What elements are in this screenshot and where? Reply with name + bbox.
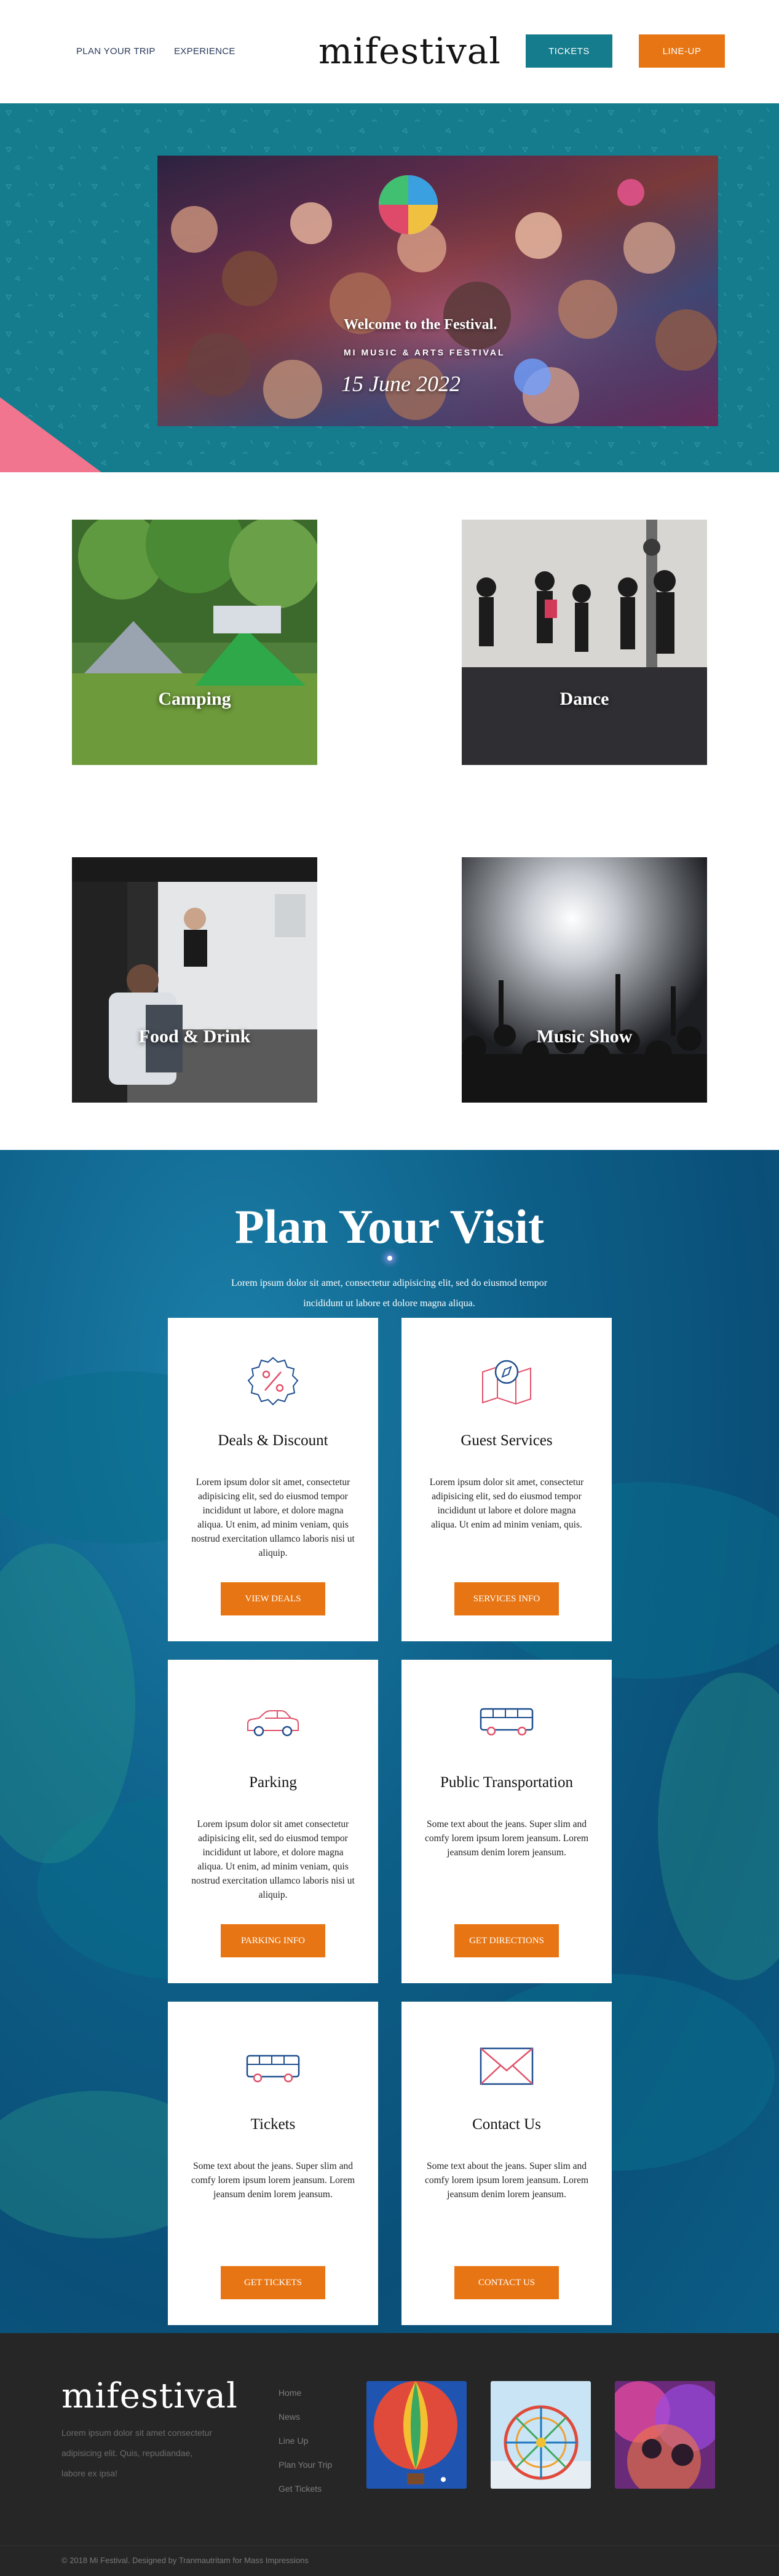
tile-label-camping: Camping <box>158 689 231 709</box>
footer-link-home[interactable]: Home <box>279 2381 332 2405</box>
tickets-button[interactable]: TICKETS <box>526 34 612 68</box>
category-tile-music-show[interactable]: Music Show <box>462 857 707 1103</box>
plan-your-visit-section: Plan Your Visit Lorem ipsum dolor sit am… <box>0 1150 779 2333</box>
dance-image <box>462 520 707 765</box>
bus-icon <box>480 1708 534 1736</box>
footer-links: Home News Line Up Plan Your Trip Get Tic… <box>279 2381 332 2501</box>
hero-date: 15 June 2022 <box>341 371 461 396</box>
category-tile-camping[interactable]: Camping <box>72 520 317 765</box>
view-deals-button[interactable]: VIEW DEALS <box>221 1582 325 1615</box>
card-title: Tickets <box>250 2116 296 2133</box>
category-tile-food-drink[interactable]: Food & Drink <box>72 857 317 1103</box>
card-title: Guest Services <box>461 1432 553 1449</box>
hero-text-overlay: Welcome to the Festival. MI MUSIC & ARTS… <box>157 156 718 426</box>
discount-badge-icon <box>247 1357 299 1406</box>
card-deals-discount: Deals & Discount Lorem ipsum dolor sit a… <box>168 1318 378 1641</box>
footer-logo[interactable]: mifestival <box>61 2376 238 2416</box>
card-text: Some text about the jeans. Super slim an… <box>424 1819 589 1858</box>
hero-crowd-image: Welcome to the Festival. MI MUSIC & ARTS… <box>157 156 718 426</box>
parking-info-button[interactable]: PARKING INFO <box>221 1924 325 1957</box>
hero-subtitle: MI MUSIC & ARTS FESTIVAL <box>344 347 505 357</box>
lineup-button[interactable]: LINE-UP <box>639 34 725 68</box>
card-contact-us: Contact Us Some text about the jeans. Su… <box>401 2002 612 2325</box>
card-text: Lorem ipsum dolor sit amet consectetur a… <box>191 1819 355 1900</box>
food-drink-image <box>72 857 317 1103</box>
site-logo[interactable]: mifestival <box>318 30 500 73</box>
hero-section: Welcome to the Festival. MI MUSIC & ARTS… <box>0 103 779 472</box>
card-tickets: Tickets Some text about the jeans. Super… <box>168 2002 378 2325</box>
get-tickets-button[interactable]: GET TICKETS <box>221 2266 325 2299</box>
tile-label-music-show: Music Show <box>536 1026 633 1047</box>
card-title: Parking <box>249 1774 297 1791</box>
plan-title: Plan Your Visit <box>235 1200 544 1253</box>
hero-title: Welcome to the Festival. <box>344 317 497 333</box>
card-guest-services: Guest Services Lorem ipsum dolor sit ame… <box>401 1318 612 1641</box>
card-text: Lorem ipsum dolor sit amet, consectetur … <box>429 1477 584 1530</box>
card-title: Contact Us <box>472 2116 541 2133</box>
card-parking: Parking Lorem ipsum dolor sit amet conse… <box>168 1660 378 1983</box>
footer-link-plan-your-trip[interactable]: Plan Your Trip <box>279 2453 332 2477</box>
camping-image <box>72 520 317 765</box>
card-text: Some text about the jeans. Super slim an… <box>191 2161 355 2200</box>
footer-link-news[interactable]: News <box>279 2405 332 2429</box>
site-footer: mifestival Lorem ipsum dolor sit amet co… <box>0 2333 779 2576</box>
plan-title-dot <box>387 1256 392 1261</box>
color-powder-image <box>615 2381 715 2489</box>
nav-plan-your-trip[interactable]: PLAN YOUR TRIP <box>76 46 156 57</box>
card-text: Lorem ipsum dolor sit amet, consectetur … <box>191 1477 355 1558</box>
ticket-bus-icon <box>246 2055 300 2083</box>
map-compass-icon <box>482 1360 531 1405</box>
plan-background <box>0 1371 779 2238</box>
get-directions-button[interactable]: GET DIRECTIONS <box>454 1924 559 1957</box>
contact-us-button[interactable]: CONTACT US <box>454 2266 559 2299</box>
plan-intro: Lorem ipsum dolor sit amet, consectetur … <box>231 1278 548 1309</box>
services-info-button[interactable]: SERVICES INFO <box>454 1582 559 1615</box>
footer-divider <box>0 2545 779 2546</box>
footer-photo-ferris-wheel[interactable] <box>491 2381 591 2489</box>
category-tile-dance[interactable]: Dance <box>462 520 707 765</box>
tile-label-food-drink: Food & Drink <box>138 1026 251 1047</box>
card-title: Deals & Discount <box>218 1432 328 1449</box>
footer-description: Lorem ipsum dolor sit amet consectetur a… <box>61 2428 213 2478</box>
car-icon <box>247 1710 299 1737</box>
footer-photo-color-festival[interactable] <box>615 2381 715 2489</box>
nav-experience[interactable]: EXPERIENCE <box>174 46 235 57</box>
ferris-wheel-image <box>491 2381 591 2489</box>
card-text: Some text about the jeans. Super slim an… <box>424 2161 589 2200</box>
envelope-icon <box>480 2047 534 2085</box>
site-header: PLAN YOUR TRIP EXPERIENCE mifestival TIC… <box>0 0 779 103</box>
footer-link-get-tickets[interactable]: Get Tickets <box>279 2477 332 2501</box>
tile-label-dance: Dance <box>560 689 609 709</box>
music-show-image <box>462 857 707 1103</box>
card-public-transportation: Public Transportation Some text about th… <box>401 1660 612 1983</box>
card-title: Public Transportation <box>440 1774 573 1791</box>
footer-photo-balloon[interactable] <box>366 2381 467 2489</box>
copyright-text: © 2018 Mi Festival. Designed by Tranmaut… <box>61 2556 309 2565</box>
footer-link-line-up[interactable]: Line Up <box>279 2429 332 2453</box>
hot-air-balloon-image <box>366 2381 467 2489</box>
